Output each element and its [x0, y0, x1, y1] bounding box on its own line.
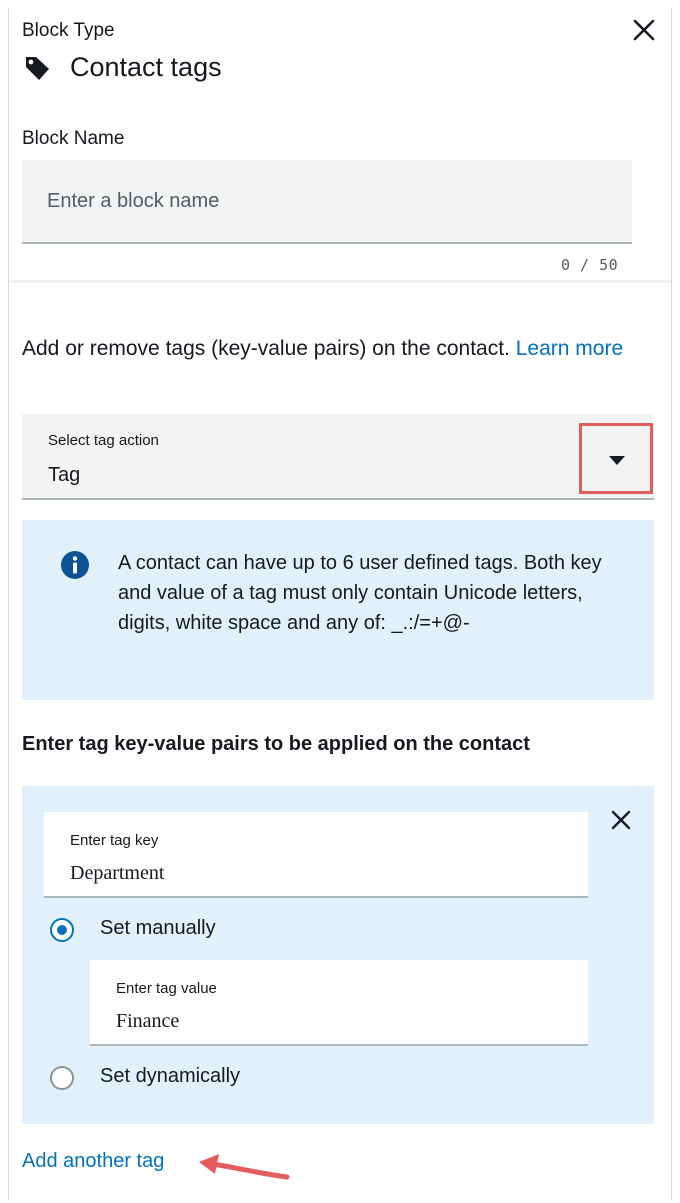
select-tag-action-label: Select tag action — [48, 432, 159, 449]
tag-value-input[interactable]: Enter tag value Finance — [90, 960, 588, 1046]
remove-tag-icon[interactable] — [607, 806, 635, 834]
caret-down-icon — [609, 456, 625, 465]
tag-key-label: Enter tag key — [70, 832, 159, 849]
tag-action-select[interactable]: Select tag action Tag — [22, 414, 654, 500]
tag-pair-container: Enter tag key Department Set manually En… — [22, 786, 654, 1124]
learn-more-link[interactable]: Learn more — [516, 337, 623, 360]
radio-set-manually-label: Set manually — [100, 917, 216, 939]
section-divider — [9, 280, 671, 283]
block-type-label: Block Type — [22, 20, 115, 41]
tag-key-value: Department — [70, 862, 165, 884]
radio-set-dynamically-label: Set dynamically — [100, 1065, 241, 1087]
block-name-input[interactable] — [22, 160, 632, 244]
info-alert: A contact can have up to 6 user defined … — [22, 520, 654, 700]
description: Add or remove tags (key-value pairs) on … — [22, 334, 632, 363]
tags-section-heading: Enter tag key-value pairs to be applied … — [22, 733, 530, 755]
character-count: 0 / 50 — [561, 256, 619, 274]
add-another-tag-link[interactable]: Add another tag — [22, 1150, 164, 1173]
tag-value-value: Finance — [116, 1010, 180, 1032]
block-title: Contact tags — [70, 52, 222, 82]
dropdown-toggle[interactable] — [579, 423, 653, 494]
info-alert-text: A contact can have up to 6 user defined … — [118, 552, 602, 634]
tag-icon — [26, 57, 49, 80]
info-icon — [61, 551, 89, 579]
select-tag-action-value: Tag — [48, 464, 81, 486]
radio-selected-indicator[interactable] — [50, 918, 74, 942]
annotation-arrow-icon — [199, 1154, 290, 1180]
description-text: Add or remove tags (key-value pairs) on … — [22, 337, 516, 360]
tag-key-input[interactable]: Enter tag key Department — [44, 812, 588, 898]
radio-unselected-indicator[interactable] — [50, 1066, 74, 1090]
tag-value-label: Enter tag value — [116, 980, 217, 997]
block-name-label: Block Name — [22, 128, 125, 149]
close-icon[interactable] — [628, 14, 660, 46]
